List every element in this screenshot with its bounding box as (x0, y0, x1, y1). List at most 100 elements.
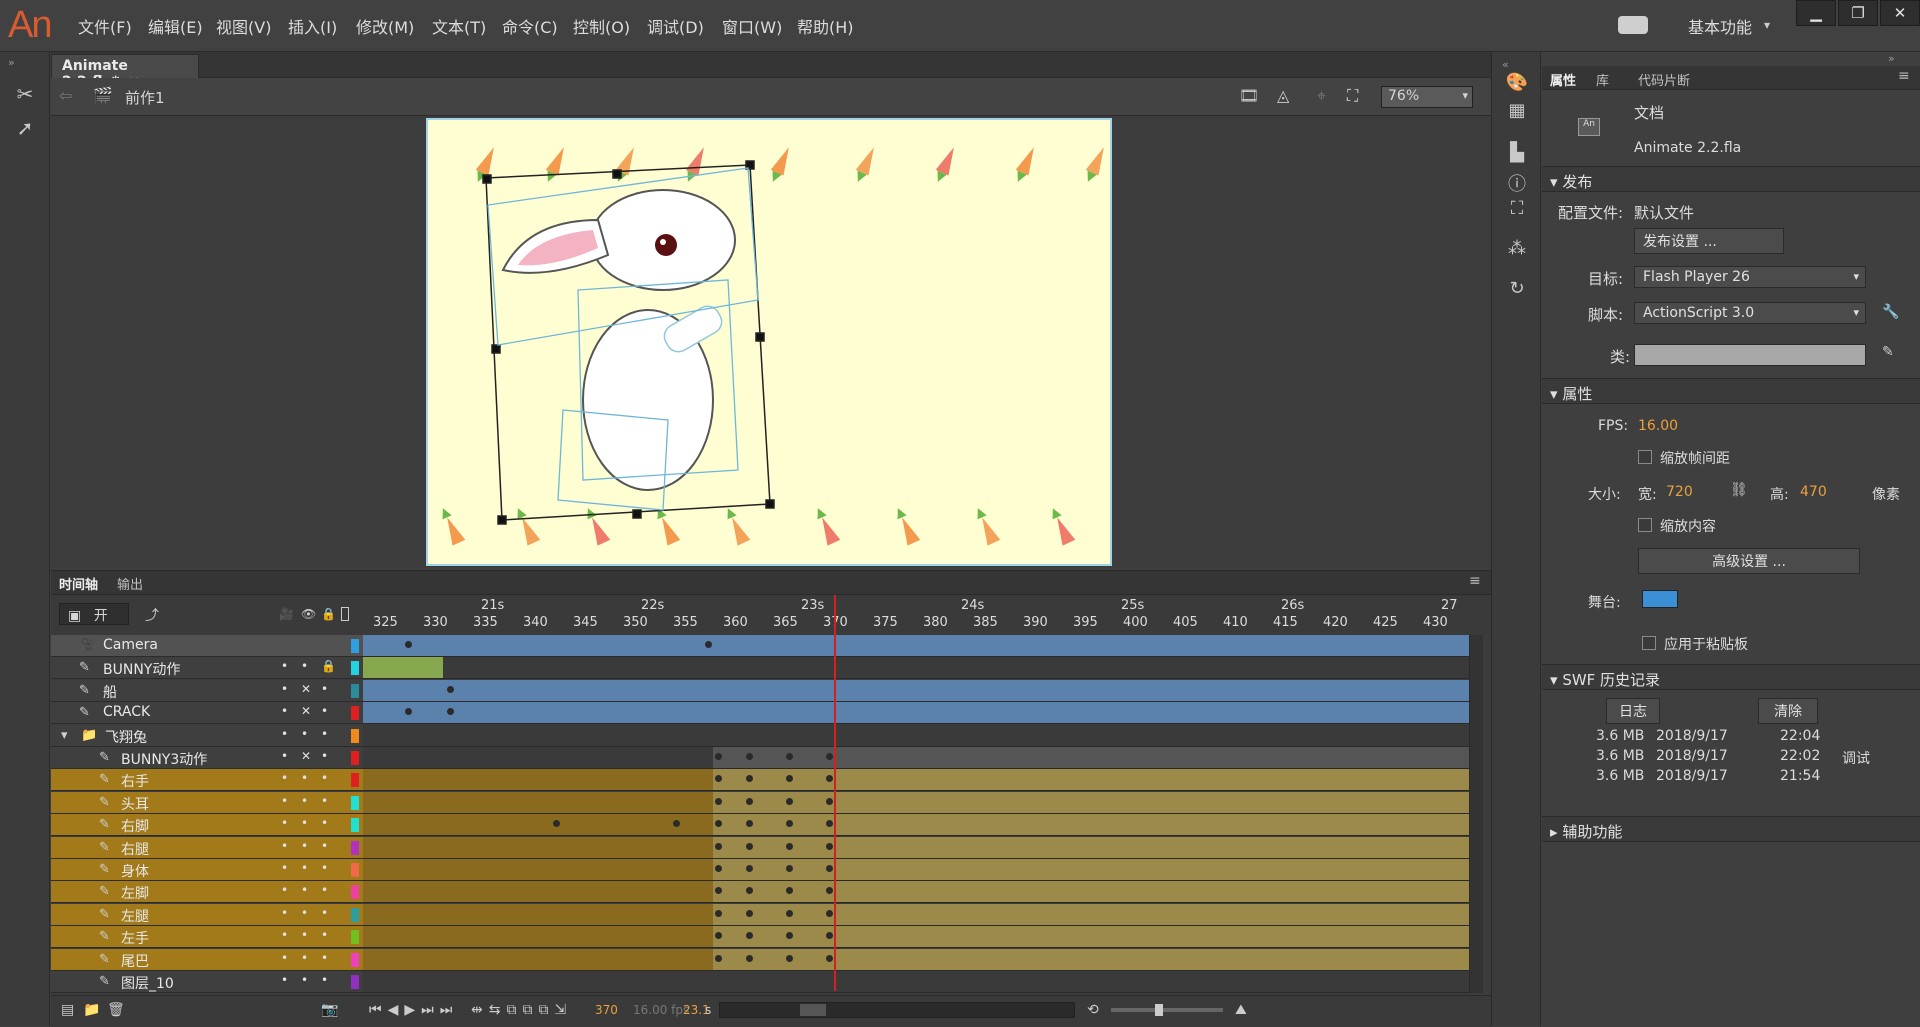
close-button[interactable]: ✕ (1880, 0, 1920, 26)
graph-icon[interactable]: ⤴ (145, 605, 159, 625)
keyframe[interactable] (786, 843, 793, 850)
menu-edit[interactable]: 编辑(E) (148, 14, 203, 38)
publish-settings-button[interactable]: 发布设置 ... (1634, 228, 1784, 254)
layer-frames[interactable] (363, 971, 1469, 993)
script-select[interactable]: ActionScript 3.0 ▾ (1634, 302, 1866, 324)
camera-icon[interactable]: 📷 (321, 1002, 338, 1018)
menu-insert[interactable]: 插入(I) (288, 14, 337, 38)
keyframe[interactable] (746, 843, 753, 850)
frame-grid[interactable] (51, 635, 1491, 993)
stage-color-swatch[interactable] (1642, 590, 1678, 608)
keyframe[interactable] (826, 910, 833, 917)
keyframe[interactable] (826, 955, 833, 962)
keyframe[interactable] (447, 708, 454, 715)
layer-frames[interactable] (363, 657, 1469, 679)
keyframe[interactable] (715, 775, 722, 782)
minimize-button[interactable]: ▁ (1796, 0, 1836, 26)
menu-file[interactable]: 文件(F) (78, 14, 132, 38)
menu-view[interactable]: 视图(V) (216, 14, 271, 38)
edit-symbol-icon[interactable]: ◬ (1277, 86, 1289, 105)
clear-button[interactable]: 清除 (1758, 698, 1818, 724)
advanced-settings-button[interactable]: 高级设置 ... (1638, 548, 1860, 574)
layer-frames[interactable] (363, 725, 1469, 747)
workspace-switcher[interactable]: 基本功能 (1688, 14, 1752, 38)
playhead[interactable] (834, 595, 836, 991)
edit-scene-icon[interactable]: 🎞 (1239, 86, 1259, 105)
zoom-dropdown-icon[interactable]: ▾ (1462, 89, 1468, 102)
menu-window[interactable]: 窗口(W) (722, 14, 782, 38)
keyframe[interactable] (826, 932, 833, 939)
color-palette-icon[interactable]: 🎨 (1502, 72, 1532, 100)
script-dropdown-icon[interactable]: ▾ (1853, 306, 1859, 319)
restore-button[interactable]: ❐ (1838, 0, 1878, 26)
onion-skin-controls[interactable]: ⇹⇆⧉⧉⧉⇲ (471, 1002, 572, 1018)
layer-frames[interactable] (363, 881, 1469, 903)
tab-library[interactable]: 库 (1596, 70, 1609, 89)
keyframe[interactable] (786, 865, 793, 872)
menu-commands[interactable]: 命令(C) (502, 14, 558, 38)
keyframe[interactable] (553, 820, 560, 827)
keyframe[interactable] (786, 798, 793, 805)
keyframe[interactable] (447, 686, 454, 693)
tab-code-snippets[interactable]: 代码片断 (1638, 70, 1690, 89)
props-menu-icon[interactable]: ≡ (1898, 68, 1910, 84)
keyframe[interactable] (673, 820, 680, 827)
keyframe[interactable] (405, 641, 412, 648)
stage[interactable] (426, 118, 1112, 566)
tab-timeline[interactable]: 时间轴 (59, 574, 98, 593)
keyframe[interactable] (826, 887, 833, 894)
keyframe[interactable] (746, 865, 753, 872)
timeline-vscrollbar[interactable] (1469, 635, 1483, 993)
height-value[interactable]: 470 (1800, 484, 1827, 500)
sync-settings-icon[interactable] (1618, 16, 1648, 34)
clip-content-icon[interactable]: ⛶ (1347, 86, 1358, 106)
current-frame[interactable]: 370 (595, 1003, 618, 1017)
keyframe[interactable] (715, 843, 722, 850)
center-stage-icon[interactable]: ⌖ (1317, 86, 1326, 106)
tween-span[interactable] (363, 657, 443, 678)
edit-class-icon[interactable]: ✎ (1882, 344, 1894, 360)
info-icon[interactable]: ⓘ (1502, 170, 1532, 198)
keyframe[interactable] (715, 887, 722, 894)
keyframe[interactable] (786, 955, 793, 962)
hscroll-thumb[interactable] (800, 1004, 826, 1016)
layer-frames[interactable] (363, 814, 1469, 836)
new-folder-icon[interactable]: 📁 (83, 1002, 100, 1018)
keyframe[interactable] (705, 641, 712, 648)
keyframe[interactable] (786, 753, 793, 760)
tab-properties[interactable]: 属性 (1550, 70, 1576, 89)
zoom-mountain-icon[interactable]: ⛰ (1235, 1002, 1247, 1018)
width-value[interactable]: 720 (1666, 484, 1693, 500)
back-arrow-icon[interactable]: ⇦ (59, 86, 72, 105)
menu-text[interactable]: 文本(T) (432, 14, 486, 38)
menu-modify[interactable]: 修改(M) (356, 14, 414, 38)
section-accessibility[interactable]: ▸ 辅助功能 (1542, 816, 1920, 842)
layer-frames[interactable] (363, 747, 1469, 769)
layer-frames[interactable] (363, 635, 1469, 657)
collapse-props-icon[interactable]: » (1888, 52, 1895, 65)
layer-frames[interactable] (363, 680, 1469, 702)
loop-icon[interactable]: ⟲ (1087, 1002, 1099, 1018)
keyframe[interactable] (826, 820, 833, 827)
collapse-panel-icon[interactable]: » (8, 56, 15, 69)
tools-icon[interactable]: ✂ (10, 82, 40, 110)
components-icon[interactable]: ⁂ (1502, 238, 1532, 266)
section-publish[interactable]: ▾ 发布 (1542, 166, 1920, 192)
playback-controls[interactable]: ⏮◀▶⏭⏭ (369, 1002, 458, 1018)
keyframe[interactable] (746, 910, 753, 917)
layer-frames[interactable] (363, 702, 1469, 724)
timeline-hscrollbar[interactable] (719, 1002, 1075, 1018)
keyframe[interactable] (746, 753, 753, 760)
class-input[interactable] (1634, 344, 1866, 366)
keyframe[interactable] (746, 775, 753, 782)
swatches-icon[interactable]: ▦ (1502, 100, 1532, 128)
wrench-icon[interactable]: 🔧 (1882, 304, 1899, 320)
keyframe[interactable] (786, 887, 793, 894)
menu-debug[interactable]: 调试(D) (647, 14, 704, 38)
scale-content-checkbox[interactable] (1638, 518, 1652, 532)
keyframe[interactable] (826, 843, 833, 850)
apply-clipboard-checkbox[interactable] (1642, 636, 1656, 650)
tab-output[interactable]: 输出 (117, 574, 143, 593)
keyframe[interactable] (786, 820, 793, 827)
workspace-dropdown-icon[interactable]: ▾ (1764, 18, 1770, 32)
